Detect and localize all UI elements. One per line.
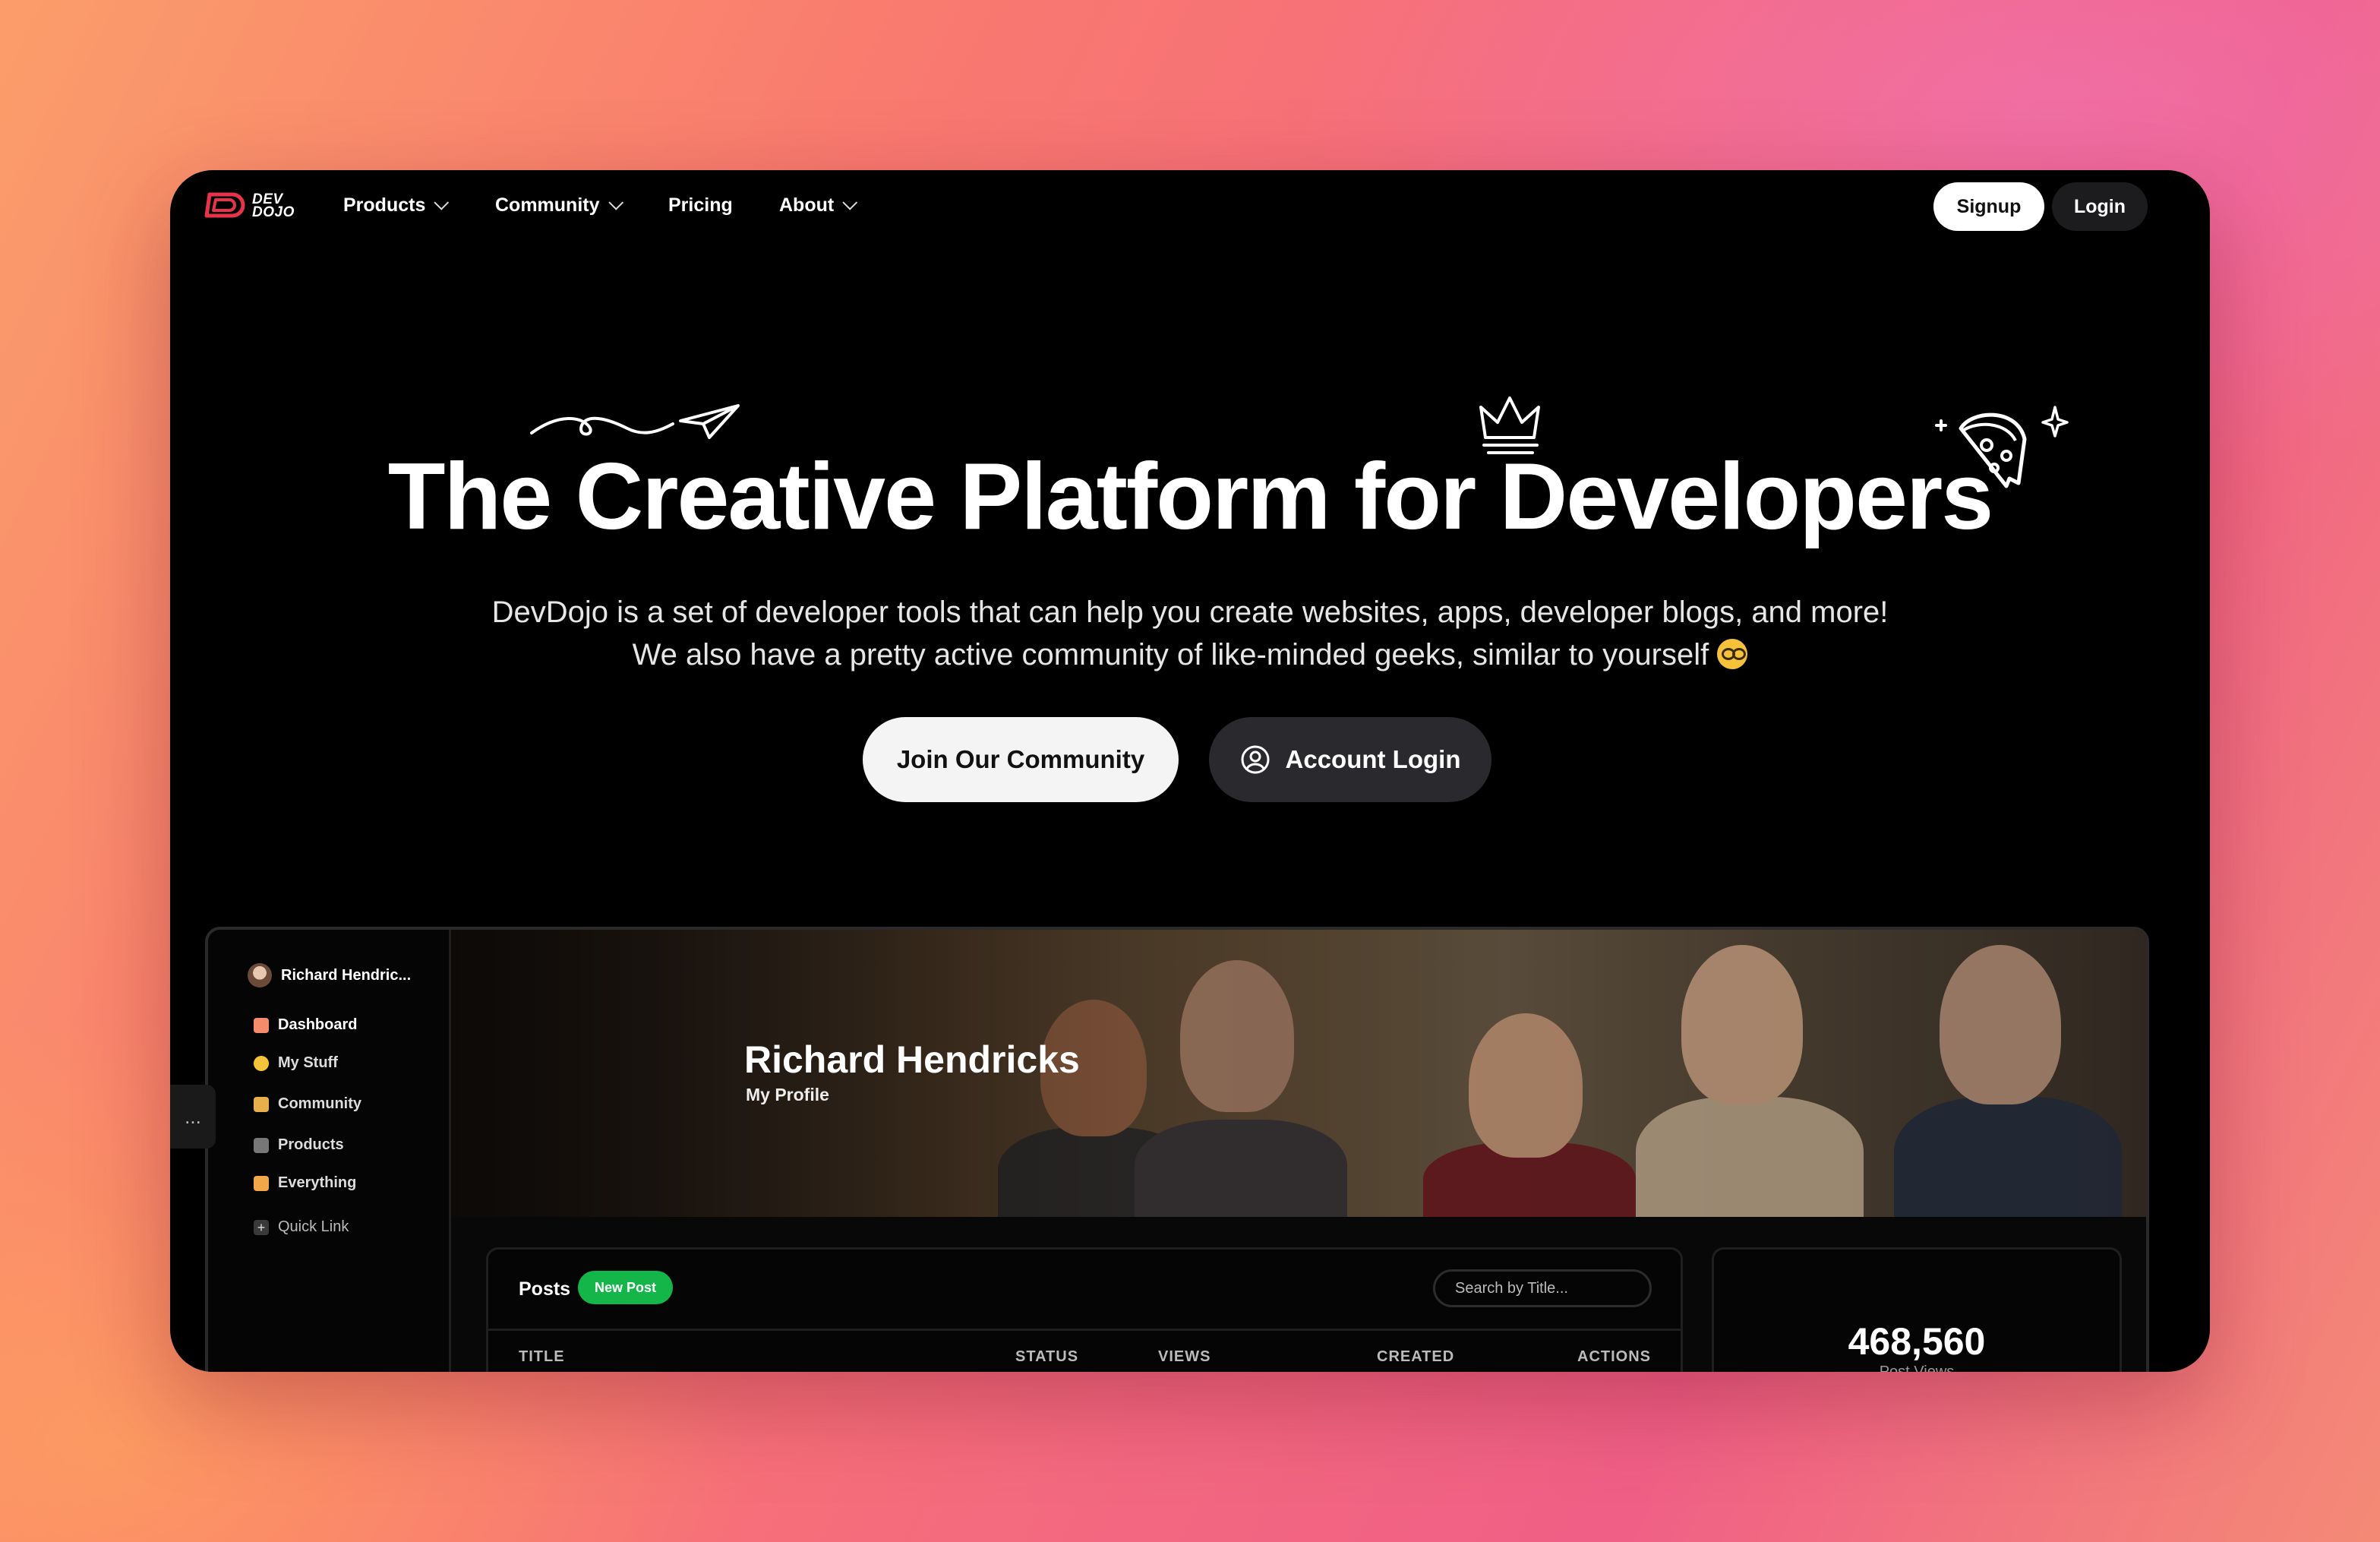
post-views-label: Post Views [1879, 1363, 1955, 1372]
profile-banner: Richard Hendricks My Profile [451, 930, 2146, 1217]
nav-community-label: Community [495, 194, 600, 216]
nerd-face-icon [1717, 639, 1748, 669]
top-navigation: DEV DOJO Products Community Pricing Abou… [170, 170, 2210, 243]
hero-subtitle: DevDojo is a set of developer tools that… [170, 591, 2210, 676]
paper-plane-doodle-icon [530, 404, 740, 439]
banner-photo-figure [998, 1127, 1195, 1217]
join-community-button[interactable]: Join Our Community [863, 717, 1179, 802]
post-views-value: 468,560 [1848, 1320, 1986, 1363]
sidebar-item-label: My Stuff [278, 1054, 338, 1071]
tools-icon [254, 1137, 269, 1153]
sidebar-item-community[interactable]: Community [254, 1095, 361, 1113]
nav-pricing[interactable]: Pricing [668, 194, 733, 216]
column-header-created: CREATED [1377, 1348, 1455, 1365]
nav-about-label: About [779, 194, 835, 216]
sidebar-toggle-handle[interactable]: ... [170, 1085, 216, 1149]
plus-square-icon: + [254, 1219, 269, 1235]
chevron-down-icon [608, 194, 623, 210]
banner-photo-figure [1423, 1142, 1636, 1217]
banner-photo-figure [1894, 1097, 2122, 1217]
house-icon [254, 1017, 269, 1033]
dashboard-preview: Richard Hendric... Dashboard My Stuff Co… [205, 927, 2149, 1372]
user-circle-icon [1241, 745, 1270, 774]
new-post-button[interactable]: New Post [578, 1271, 674, 1304]
banner-photo-face [1681, 945, 1803, 1104]
column-header-views: VIEWS [1158, 1348, 1211, 1365]
sidebar-item-label: Community [278, 1095, 361, 1112]
sidebar-item-products[interactable]: Products [254, 1136, 344, 1154]
column-header-actions: ACTIONS [1577, 1348, 1651, 1365]
banner-photo-figure [1135, 1120, 1347, 1217]
sidebar-user-name: Richard Hendric... [281, 966, 412, 984]
posts-card: Posts New Post Search by Title... TITLE … [486, 1247, 1683, 1372]
devdojo-logo-icon [204, 192, 245, 218]
hero-subtitle-line-2: We also have a pretty active community o… [170, 634, 2210, 676]
nav-products-label: Products [343, 194, 426, 216]
sidebar-item-label: Products [278, 1136, 344, 1153]
grid-icon [254, 1175, 269, 1191]
banner-photo-face [1180, 960, 1294, 1112]
posts-title: Posts [519, 1278, 571, 1300]
people-icon [254, 1096, 269, 1112]
logo-wordmark: DEV DOJO [252, 192, 295, 220]
sidebar-item-label: Dashboard [278, 1016, 358, 1033]
chevron-down-icon [842, 194, 858, 210]
column-header-title: TITLE [519, 1348, 565, 1365]
signup-button[interactable]: Signup [1933, 182, 2044, 231]
banner-photo-figure [1636, 1097, 1864, 1217]
browser-window: DEV DOJO Products Community Pricing Abou… [170, 170, 2210, 1372]
sidebar-item-my-stuff[interactable]: My Stuff [254, 1054, 338, 1072]
nav-pricing-label: Pricing [668, 194, 733, 216]
column-header-status: STATUS [1015, 1348, 1079, 1365]
chevron-down-icon [434, 194, 450, 210]
face-icon [254, 1055, 269, 1071]
profile-subtitle: My Profile [746, 1085, 829, 1104]
search-posts-input[interactable]: Search by Title... [1433, 1269, 1652, 1307]
account-login-label: Account Login [1285, 745, 1461, 773]
sidebar-user[interactable]: Richard Hendric... [248, 963, 411, 987]
dashboard-sidebar: Richard Hendric... Dashboard My Stuff Co… [208, 930, 451, 1372]
login-button[interactable]: Login [2052, 182, 2148, 231]
account-login-button[interactable]: Account Login [1209, 717, 1491, 802]
logo-text-dojo: DOJO [252, 204, 295, 220]
hero-subtitle-line-2-text: We also have a pretty active community o… [632, 638, 1709, 671]
hero-subtitle-line-1: DevDojo is a set of developer tools that… [491, 596, 1889, 629]
banner-photo-face [1469, 1013, 1583, 1158]
profile-name: Richard Hendricks [744, 1038, 1080, 1081]
quick-link-label: Quick Link [278, 1218, 349, 1235]
sidebar-quick-link[interactable]: + Quick Link [254, 1218, 349, 1236]
banner-photo-face [1940, 945, 2061, 1104]
sidebar-item-dashboard[interactable]: Dashboard [254, 1016, 357, 1034]
sidebar-item-everything[interactable]: Everything [254, 1174, 356, 1192]
post-views-card: 468,560 Post Views [1712, 1247, 2122, 1372]
nav-about[interactable]: About [779, 194, 858, 216]
posts-divider [488, 1329, 1681, 1331]
nav-products[interactable]: Products [343, 194, 450, 216]
avatar [248, 963, 272, 987]
sidebar-item-label: Everything [278, 1174, 357, 1191]
nav-community[interactable]: Community [495, 194, 623, 216]
hero-title: The Creative Platform for Developers [387, 444, 1993, 549]
devdojo-logo[interactable]: DEV DOJO [204, 190, 298, 223]
